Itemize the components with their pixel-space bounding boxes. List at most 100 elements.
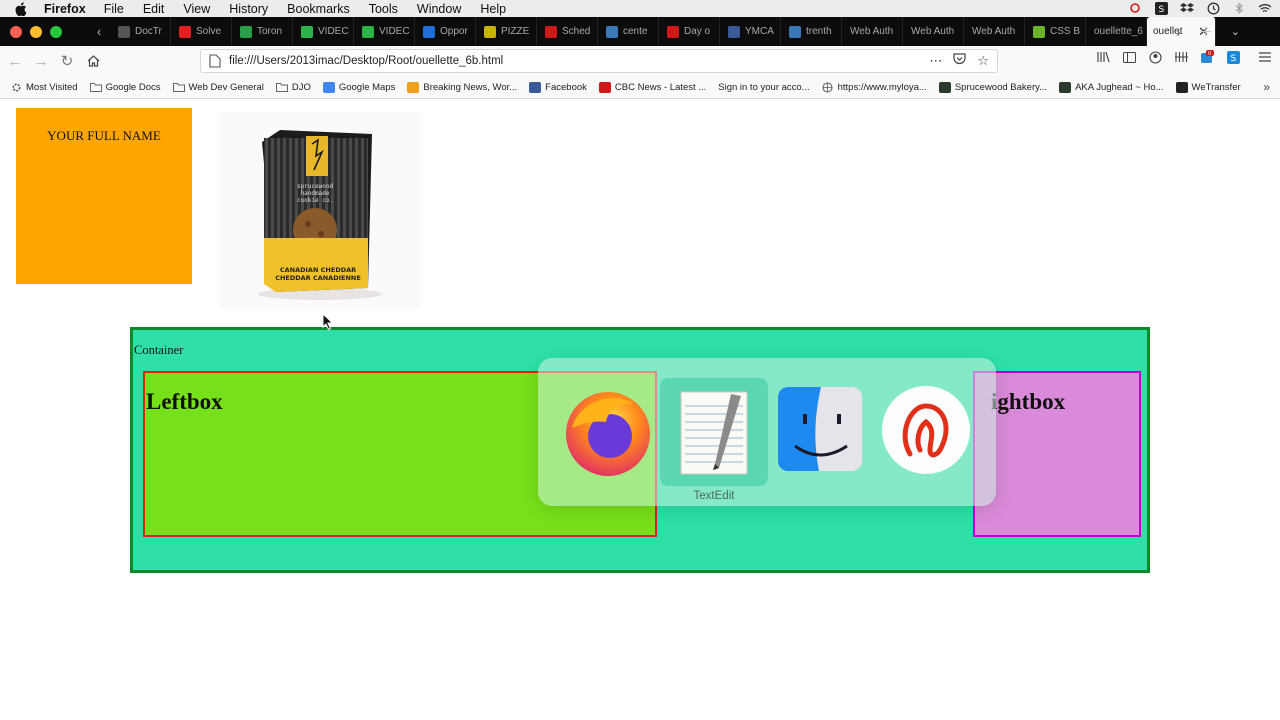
switcher-app-label: TextEdit (693, 490, 735, 502)
tab-item[interactable]: VIDEC (293, 17, 354, 46)
wifi-icon[interactable] (1258, 1, 1272, 15)
menu-window[interactable]: Window (417, 2, 461, 16)
switcher-app-finder[interactable] (766, 378, 874, 486)
bookmark-label: Google Docs (105, 81, 161, 93)
tab-label: ouellette_6 (1094, 26, 1143, 37)
tab-item[interactable]: CSS B (1025, 17, 1086, 46)
red-q-icon[interactable] (1128, 1, 1142, 15)
bookmark-item[interactable]: AKA Jughead ~ Ho... (1059, 81, 1164, 93)
bookmark-star-icon[interactable]: ☆ (977, 53, 989, 69)
minimize-window-button[interactable] (30, 25, 42, 38)
folder-icon (89, 82, 102, 93)
menu-file[interactable]: File (104, 2, 124, 16)
pocket-icon[interactable] (953, 53, 966, 69)
facebook-icon (529, 81, 542, 93)
tab-label: Web Auth (911, 26, 955, 37)
menu-bookmarks[interactable]: Bookmarks (287, 2, 350, 16)
hamburger-menu-icon[interactable] (1258, 50, 1272, 64)
zoom-window-button[interactable] (50, 25, 62, 38)
switcher-app-firefox[interactable] (554, 378, 662, 486)
tab-item[interactable]: trenth (781, 17, 842, 46)
back-button[interactable]: ← (4, 50, 26, 72)
pdf-icon (179, 25, 191, 38)
chevron-double-right-icon[interactable]: » (1263, 80, 1270, 94)
menu-app-firefox[interactable]: Firefox (44, 2, 86, 16)
firefox-icon (566, 392, 650, 476)
switcher-app-textedit[interactable]: TextEdit (660, 378, 768, 502)
bookmark-item[interactable]: Sign in to your acco... (718, 82, 809, 93)
bookmark-item[interactable]: Most Visited (10, 82, 78, 93)
menu-history[interactable]: History (229, 2, 268, 16)
apple-icon[interactable] (14, 1, 28, 16)
tab-label: cente (623, 26, 648, 37)
svg-text:S: S (1230, 54, 1236, 64)
tab-item[interactable]: ouellette_6 (1086, 17, 1147, 46)
tab-item[interactable]: DocTr (110, 17, 171, 46)
bookmark-item[interactable]: DJO (275, 82, 311, 93)
tab-item[interactable]: Sched (537, 17, 598, 46)
reload-button[interactable]: ↻ (56, 50, 78, 72)
bookmark-item[interactable]: Google Docs (89, 81, 161, 93)
tab-item[interactable]: PIZZE (476, 17, 537, 46)
dropbox-icon[interactable] (1180, 1, 1194, 15)
tab-item[interactable]: Web Auth (903, 17, 964, 46)
gear-icon (10, 82, 22, 93)
bakery-icon (1059, 81, 1072, 93)
skype-s-icon[interactable]: S (1226, 50, 1240, 64)
bluetooth-icon[interactable] (1232, 1, 1246, 15)
bookmark-item[interactable]: Sprucewood Bakery... (938, 81, 1047, 93)
forward-button[interactable]: → (30, 50, 52, 72)
bookmark-item[interactable]: WeTransfer (1175, 81, 1241, 93)
bookmark-item[interactable]: Web Dev General (172, 82, 264, 93)
library-icon[interactable] (1096, 50, 1110, 64)
bookmark-item[interactable]: CBC News - Latest ... (598, 81, 706, 93)
menu-tools[interactable]: Tools (369, 2, 398, 16)
svg-text:S: S (1158, 5, 1164, 15)
svg-text:0: 0 (1208, 51, 1211, 57)
chevron-down-icon[interactable]: ⌄ (1231, 25, 1240, 38)
extension-bars-icon[interactable] (1174, 50, 1188, 64)
bookmark-item[interactable]: https://www.myloya... (822, 82, 927, 93)
google-icon (322, 81, 335, 93)
more-actions-icon[interactable]: ⋯ (929, 53, 942, 69)
close-window-button[interactable] (10, 25, 22, 38)
sidebar-icon[interactable] (1122, 50, 1136, 64)
menu-edit[interactable]: Edit (143, 2, 165, 16)
menu-view[interactable]: View (183, 2, 210, 16)
menu-help[interactable]: Help (480, 2, 506, 16)
wetransfer-icon (1175, 81, 1188, 93)
mouse-cursor-icon (322, 313, 334, 331)
flavor-en-text: CANADIAN CHEDDAR (280, 266, 356, 274)
chevron-left-icon[interactable]: ‹ (92, 22, 106, 42)
bookmark-item[interactable]: Google Maps (322, 81, 396, 93)
time-machine-icon[interactable] (1206, 1, 1220, 15)
tab-item[interactable]: VIDEC (354, 17, 415, 46)
tab-item[interactable]: Web Auth (964, 17, 1025, 46)
new-tab-button[interactable]: ＋ (1199, 22, 1213, 42)
brand-text-3: cookie co. (297, 197, 333, 204)
s-icon[interactable]: S (1154, 1, 1168, 15)
tab-item[interactable]: Solve (171, 17, 232, 46)
bookmark-item[interactable]: Facebook (529, 81, 587, 93)
y-icon (545, 25, 557, 38)
tab-item[interactable]: Day o (659, 17, 720, 46)
bookmark-item[interactable]: Breaking News, Wor... (407, 81, 517, 93)
news-icon (407, 81, 420, 93)
tab-item[interactable]: Oppor (415, 17, 476, 46)
url-text[interactable]: file:///Users/2013imac/Desktop/Root/ouel… (229, 55, 503, 67)
account-icon[interactable] (1148, 50, 1162, 64)
bookmark-label: Google Maps (338, 81, 396, 93)
tab-item[interactable]: cente (598, 17, 659, 46)
url-bar[interactable]: file:///Users/2013imac/Desktop/Root/ouel… (200, 49, 998, 73)
home-button[interactable] (82, 50, 104, 72)
switcher-app-acrobat[interactable] (872, 378, 980, 486)
tab-item[interactable]: Web Auth (842, 17, 903, 46)
e-icon (423, 25, 435, 38)
url-actions: ⋯ ☆ (929, 53, 989, 69)
tab-item[interactable]: YMCA (720, 17, 781, 46)
video-icon (301, 25, 313, 38)
chevron-right-icon[interactable]: › (1176, 24, 1181, 40)
extension-badge-icon[interactable]: 0 (1200, 50, 1214, 64)
tab-label: Solve (196, 26, 222, 37)
tab-item[interactable]: Toron (232, 17, 293, 46)
